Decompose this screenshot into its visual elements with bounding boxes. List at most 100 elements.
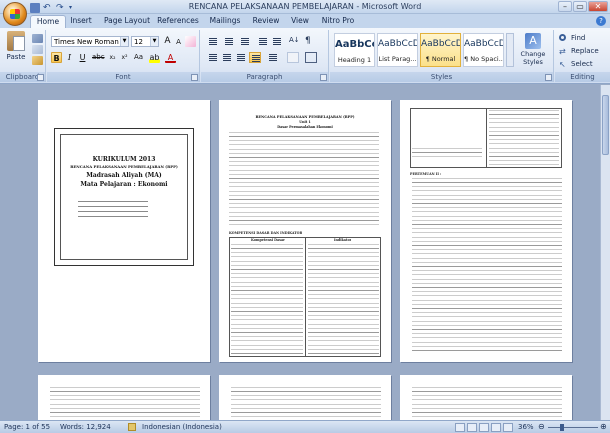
style-list-paragraph[interactable]: AaBbCcDd List Parag... xyxy=(377,33,418,67)
zoom-out-icon[interactable]: ⊖ xyxy=(538,421,545,433)
zoom-slider-knob[interactable] xyxy=(560,424,564,431)
align-center-icon[interactable] xyxy=(221,52,233,63)
style-no-spacing[interactable]: AaBbCcDc ¶ No Spaci... xyxy=(463,33,504,67)
style-name: ¶ No Spaci... xyxy=(464,55,503,63)
style-sample: AaBbCcDc xyxy=(464,39,503,49)
borders-icon[interactable] xyxy=(305,52,317,63)
full-screen-reading-icon[interactable] xyxy=(467,423,477,432)
font-dialog-launcher[interactable] xyxy=(191,74,198,81)
cover-field-line xyxy=(78,211,148,212)
clipboard-dialog-launcher[interactable] xyxy=(37,74,44,81)
scroll-thumb[interactable] xyxy=(602,95,609,155)
tab-home[interactable]: Home xyxy=(30,15,66,28)
tab-page-layout[interactable]: Page Layout xyxy=(100,15,154,28)
align-right-icon[interactable] xyxy=(235,52,247,63)
superscript-icon[interactable]: x² xyxy=(119,52,130,63)
draft-icon[interactable] xyxy=(503,423,513,432)
language[interactable]: Indonesian (Indonesia) xyxy=(142,421,222,433)
outline-icon[interactable] xyxy=(491,423,501,432)
font-family-combo[interactable]: Times New Roman ▼ xyxy=(51,36,129,47)
grow-font-icon[interactable]: A xyxy=(162,36,173,47)
minimize-button[interactable]: – xyxy=(558,1,572,12)
show-marks-icon[interactable]: ¶ xyxy=(305,36,317,47)
close-button[interactable]: ✕ xyxy=(588,1,608,12)
font-size-combo[interactable]: 12 ▼ xyxy=(131,36,159,47)
tab-mailings[interactable]: Mailings xyxy=(206,15,244,28)
find-button[interactable]: Find xyxy=(559,33,585,44)
format-painter-icon[interactable] xyxy=(32,56,43,65)
editing-group: Find ⇄ Replace ↖ Select Editing xyxy=(555,30,610,82)
undo-icon[interactable]: ↶ xyxy=(43,3,53,13)
maximize-button[interactable]: ▭ xyxy=(573,1,587,12)
style-normal[interactable]: AaBbCcDc ¶ Normal xyxy=(420,33,461,67)
copy-icon[interactable] xyxy=(32,45,43,54)
paragraph-group: A↓ ¶ Paragraph xyxy=(201,30,329,82)
customize-qat-icon[interactable]: ▾ xyxy=(69,3,79,13)
title-bar: RENCANA PELAKSANAAN PEMBELAJARAN - Micro… xyxy=(0,0,610,14)
page-5[interactable] xyxy=(219,375,391,420)
page-4[interactable] xyxy=(38,375,210,420)
shading-icon[interactable] xyxy=(287,52,299,63)
page-3[interactable]: PERTEMUAN II : xyxy=(400,100,572,362)
page-1[interactable]: KURIKULUM 2013 RENCANA PELAKSANAAN PEMBE… xyxy=(38,100,210,362)
cut-icon[interactable] xyxy=(32,34,43,43)
subscript-icon[interactable]: x₂ xyxy=(107,52,118,63)
proofing-icon[interactable] xyxy=(128,423,136,431)
zoom-level[interactable]: 36% xyxy=(518,421,534,433)
styles-gallery-scroll[interactable] xyxy=(506,33,514,67)
strikethrough-icon[interactable]: abc xyxy=(92,52,105,63)
save-icon[interactable] xyxy=(30,3,40,13)
align-left-icon[interactable] xyxy=(207,52,219,63)
print-layout-icon[interactable] xyxy=(455,423,465,432)
help-icon[interactable]: ? xyxy=(596,16,606,26)
office-logo-icon xyxy=(10,9,20,19)
styles-dialog-launcher[interactable] xyxy=(545,74,552,81)
tab-view[interactable]: View xyxy=(288,15,312,28)
office-button[interactable] xyxy=(3,2,27,26)
document-workspace[interactable]: KURIKULUM 2013 RENCANA PELAKSANAAN PEMBE… xyxy=(0,85,610,420)
font-color-icon[interactable]: A xyxy=(165,52,176,63)
paragraph-dialog-launcher[interactable] xyxy=(320,74,327,81)
word-count[interactable]: Words: 12,924 xyxy=(60,421,111,433)
vertical-scrollbar[interactable] xyxy=(600,85,610,420)
styles-group: AaBbCc Heading 1 AaBbCcDd List Parag... … xyxy=(330,30,554,82)
rpp-body-text xyxy=(229,132,379,227)
select-button[interactable]: ↖ Select xyxy=(559,59,593,70)
paste-button[interactable]: Paste xyxy=(4,31,28,69)
p3-table-divider xyxy=(486,108,487,168)
clear-formatting-icon[interactable] xyxy=(185,36,196,47)
zoom-slider[interactable] xyxy=(548,427,598,428)
sort-icon[interactable]: A↓ xyxy=(289,36,301,47)
cover-subtitle: RENCANA PELAKSANAAN PEMBELAJARAN (RPP) xyxy=(70,164,178,169)
bullets-icon[interactable] xyxy=(207,36,219,47)
multilevel-list-icon[interactable] xyxy=(239,36,251,47)
increase-indent-icon[interactable] xyxy=(271,36,283,47)
page-2[interactable]: RENCANA PELAKSANAAN PEMBELAJARAN (RPP) U… xyxy=(219,100,391,362)
decrease-indent-icon[interactable] xyxy=(257,36,269,47)
web-layout-icon[interactable] xyxy=(479,423,489,432)
italic-icon[interactable]: I xyxy=(64,52,75,63)
zoom-in-icon[interactable]: ⊕ xyxy=(600,421,607,433)
style-sample: AaBbCc xyxy=(335,39,374,50)
redo-icon[interactable]: ↷ xyxy=(56,3,66,13)
style-heading-1[interactable]: AaBbCc Heading 1 xyxy=(334,33,375,67)
highlight-icon[interactable]: ab xyxy=(149,52,160,63)
line-spacing-icon[interactable] xyxy=(267,52,279,63)
kd-table-col1: Kompetensi Dasar xyxy=(251,238,285,242)
tab-nitro-pro[interactable]: Nitro Pro xyxy=(318,15,358,28)
change-styles-button[interactable]: A Change Styles xyxy=(518,33,548,69)
shrink-font-icon[interactable]: A xyxy=(173,37,184,48)
page-6[interactable] xyxy=(400,375,572,420)
style-name: List Parag... xyxy=(378,55,417,63)
replace-button[interactable]: ⇄ Replace xyxy=(559,46,599,57)
numbering-icon[interactable] xyxy=(223,36,235,47)
bold-icon[interactable]: B xyxy=(51,52,62,63)
cover-school: Madrasah Aliyah (MA) xyxy=(86,172,162,179)
page-count[interactable]: Page: 1 of 55 xyxy=(4,421,50,433)
tab-references[interactable]: References xyxy=(156,15,200,28)
underline-icon[interactable]: U xyxy=(77,52,88,63)
tab-insert[interactable]: Insert xyxy=(66,15,96,28)
justify-icon[interactable] xyxy=(249,52,261,63)
change-case-icon[interactable]: Aa xyxy=(133,52,144,63)
tab-review[interactable]: Review xyxy=(250,15,282,28)
